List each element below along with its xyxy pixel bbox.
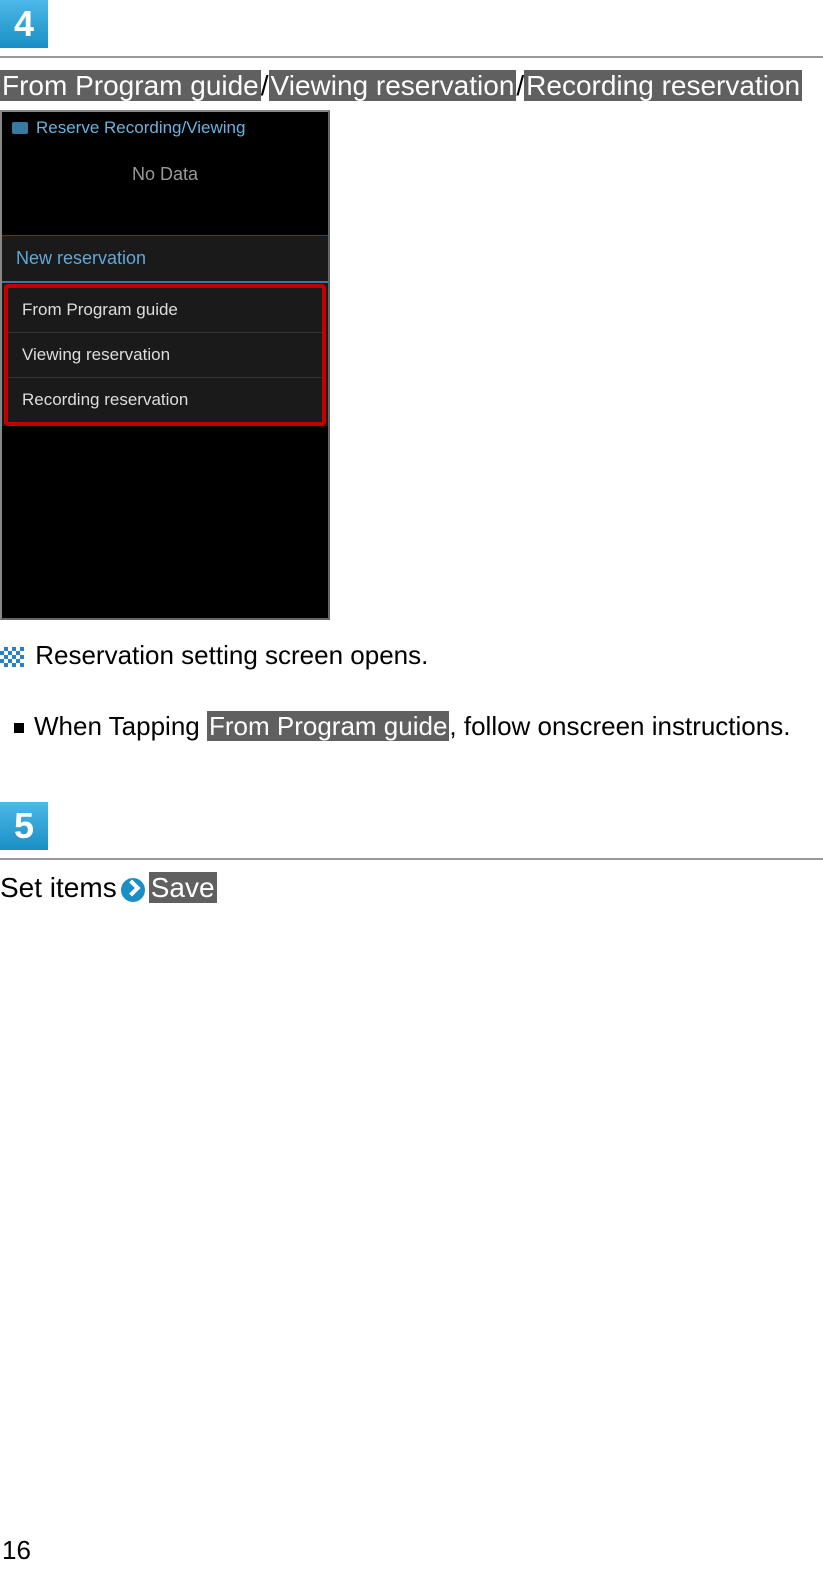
result-text: Reservation setting screen opens.	[28, 640, 428, 670]
illustration-item-2: Viewing reservation	[8, 333, 322, 378]
bullet-ui-label: From Program guide	[207, 711, 449, 741]
bullet-suffix: , follow onscreen instructions.	[449, 711, 790, 741]
page-number: 16	[2, 1535, 31, 1566]
illustration-highlight-box: From Program guide Viewing reservation R…	[4, 284, 326, 426]
tv-icon	[12, 122, 28, 134]
illustration-item-1: From Program guide	[8, 288, 322, 333]
illustration-header: Reserve Recording/Viewing	[2, 112, 328, 144]
illustration-phone: Reserve Recording/Viewing No Data New re…	[0, 110, 330, 620]
divider	[0, 858, 823, 860]
breadcrumb-sep-2: /	[516, 70, 524, 101]
arrow-right-icon	[121, 878, 145, 902]
step-5-number: 5	[0, 802, 48, 850]
step5-instruction: Set items Save	[0, 872, 823, 904]
illustration-header-text: Reserve Recording/Viewing	[36, 118, 245, 138]
illustration-item-3: Recording reservation	[8, 378, 322, 422]
checkered-flag-icon	[0, 647, 24, 667]
illustration-nodata: No Data	[2, 164, 328, 185]
bullet-note: When Tapping From Program guide, follow …	[0, 711, 823, 742]
bullet-icon	[14, 723, 24, 733]
result-line: Reservation setting screen opens.	[0, 640, 823, 671]
save-label: Save	[149, 872, 217, 903]
breadcrumb-option-3: Recording reservation	[524, 70, 802, 101]
breadcrumb: From Program guide/Viewing reservation/R…	[0, 70, 823, 102]
breadcrumb-sep-1: /	[261, 70, 269, 101]
breadcrumb-option-1: From Program guide	[0, 70, 261, 101]
bullet-prefix: When Tapping	[34, 711, 207, 741]
breadcrumb-option-2: Viewing reservation	[269, 70, 517, 101]
divider	[0, 56, 823, 58]
illustration-overlay-title: New reservation	[2, 235, 328, 283]
step-4-number: 4	[0, 0, 48, 48]
step5-prefix: Set items	[0, 872, 117, 903]
illustration-overlay: New reservation From Program guide Viewi…	[2, 235, 328, 426]
